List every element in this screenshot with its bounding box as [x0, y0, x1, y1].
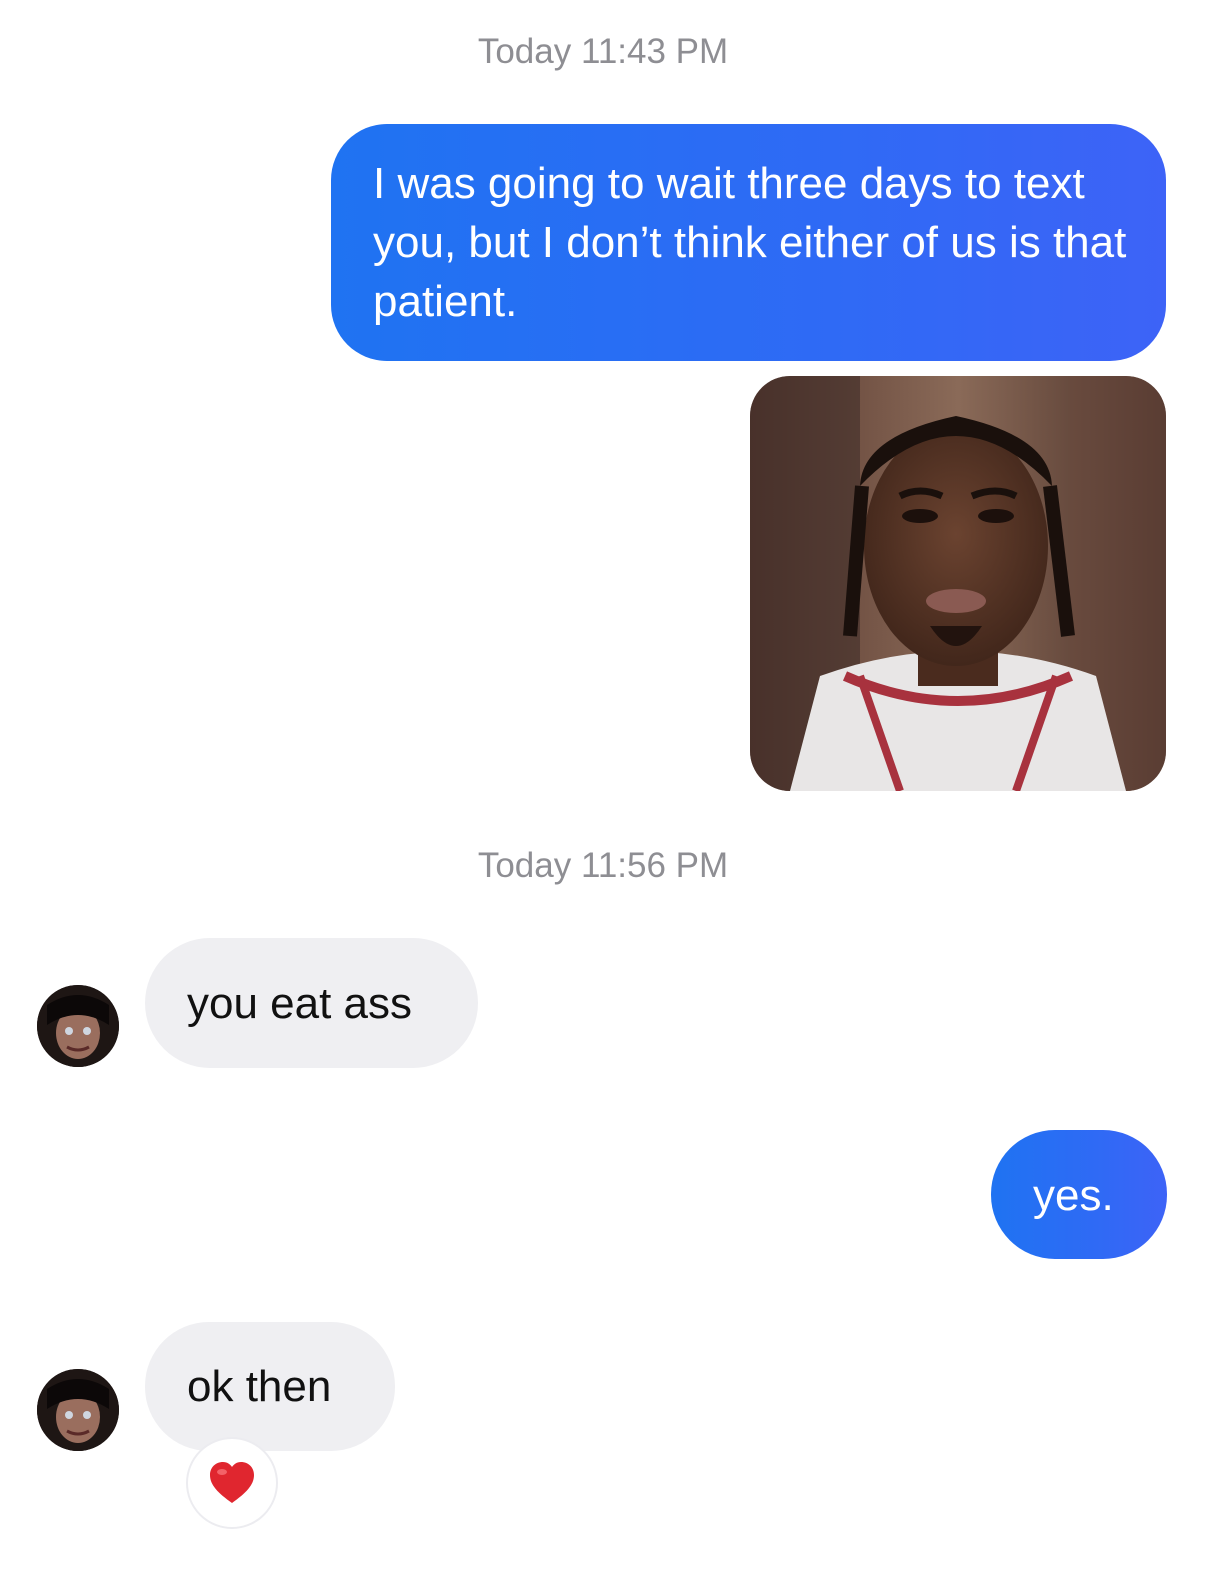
photo-image [750, 376, 1166, 791]
message-text: ok then [187, 1362, 332, 1411]
user-avatar-icon [37, 1369, 119, 1451]
message-text: I was going to wait three days to text y… [373, 159, 1127, 326]
timestamp: Today 11:43 PM [477, 32, 729, 71]
user-avatar-icon [37, 985, 119, 1067]
photo-attachment[interactable] [750, 376, 1166, 791]
message-reaction[interactable] [186, 1437, 278, 1529]
heart-icon [210, 1462, 254, 1503]
outgoing-message-bubble[interactable]: I was going to wait three days to text y… [331, 124, 1166, 361]
message-text: you eat ass [187, 979, 413, 1028]
timestamp: Today 11:56 PM [477, 846, 729, 885]
incoming-message-bubble[interactable]: ok then [145, 1322, 395, 1451]
incoming-message-bubble[interactable]: you eat ass [145, 938, 478, 1068]
message-text: yes. [1033, 1171, 1114, 1220]
contact-avatar[interactable] [37, 985, 119, 1067]
contact-avatar[interactable] [37, 1369, 119, 1451]
outgoing-message-bubble[interactable]: yes. [991, 1130, 1167, 1259]
